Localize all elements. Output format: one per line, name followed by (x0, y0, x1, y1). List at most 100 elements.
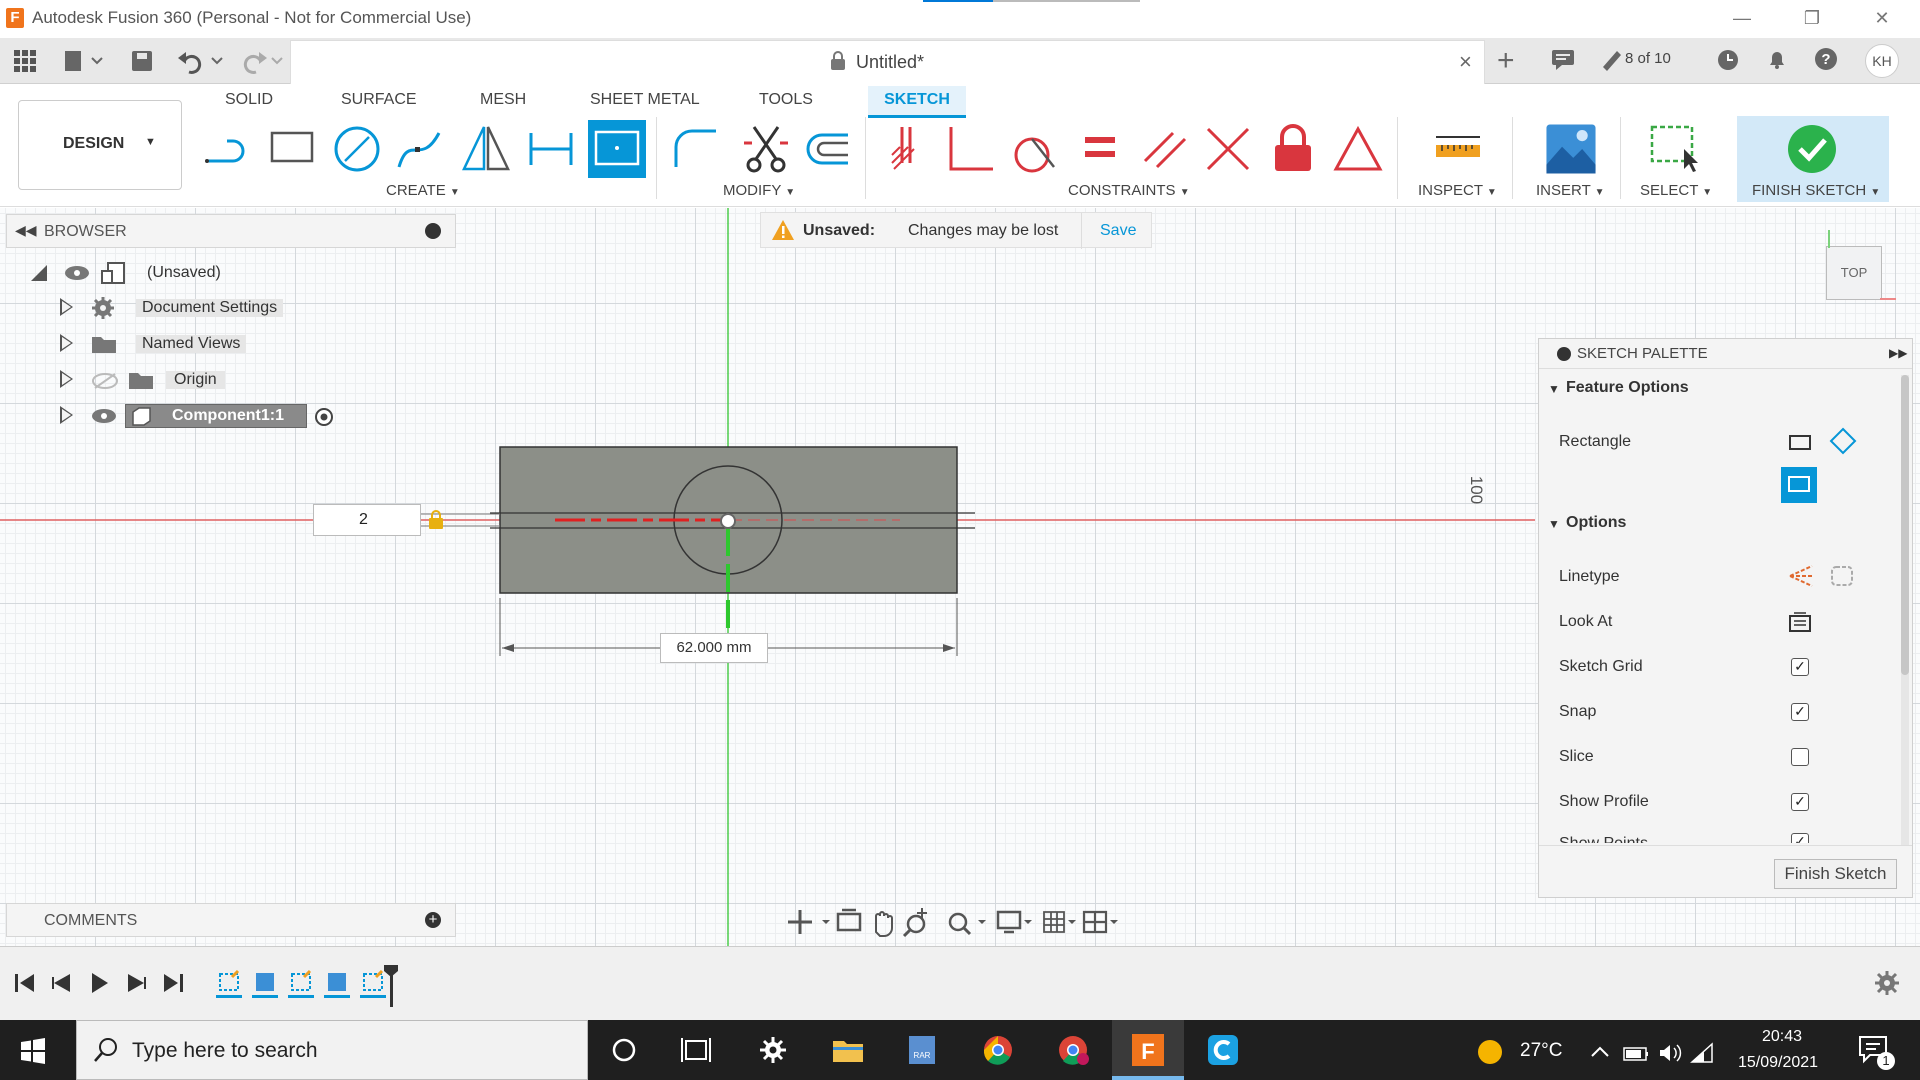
close-window-icon[interactable]: ✕ (1865, 3, 1899, 33)
minimize-panel-icon[interactable] (425, 223, 441, 239)
version-icon[interactable] (1600, 47, 1622, 71)
spline-tool-icon[interactable] (395, 123, 447, 175)
new-tab-icon[interactable]: + (1497, 44, 1515, 78)
go-to-end-icon[interactable] (164, 974, 183, 992)
clock-date[interactable]: 15/09/2021 (1738, 1054, 1818, 1072)
winrar-icon[interactable]: RAR (904, 1034, 940, 1066)
save-link[interactable]: Save (1100, 222, 1136, 240)
palette-scrollbar[interactable] (1901, 375, 1909, 845)
create-menu[interactable]: CREATE ▼ (386, 182, 460, 199)
lock-icon[interactable] (427, 510, 445, 530)
timeline-settings-gear-icon[interactable] (1874, 970, 1900, 996)
inspect-menu[interactable]: INSPECT ▼ (1418, 182, 1497, 199)
scrollbar-thumb[interactable] (1901, 375, 1909, 675)
collapse-section-icon[interactable]: ▼ (1548, 382, 1560, 396)
expand-icon[interactable] (60, 370, 73, 388)
minimize-panel-icon[interactable] (1557, 347, 1571, 361)
wifi-icon[interactable] (1690, 1042, 1713, 1063)
finish-sketch-menu[interactable]: FINISH SKETCH ▼ (1752, 182, 1880, 199)
expand-panel-icon[interactable]: ▶▶ (1889, 346, 1907, 360)
offset-tool-icon[interactable] (800, 123, 852, 175)
trim-tool-icon[interactable] (740, 123, 792, 175)
clock-icon[interactable] (1716, 48, 1740, 72)
orbit-icon[interactable] (788, 910, 830, 934)
eye-hidden-icon[interactable] (92, 372, 118, 390)
insert-menu[interactable]: INSERT ▼ (1536, 182, 1605, 199)
two-point-rectangle-icon[interactable] (1787, 431, 1813, 453)
tray-chevron-icon[interactable] (1591, 1046, 1609, 1057)
equal-constraint-icon[interactable] (1075, 123, 1127, 175)
look-at-icon[interactable] (1787, 609, 1813, 633)
perpendicular-cross-icon[interactable] (1202, 123, 1254, 175)
display-settings-icon[interactable] (996, 910, 1032, 934)
parallel-constraint-icon[interactable] (1139, 123, 1191, 175)
clock-time[interactable]: 20:43 (1762, 1028, 1802, 1046)
file-menu-icon[interactable] (65, 51, 103, 71)
rectangle-tool-icon[interactable] (268, 123, 320, 175)
expand-icon[interactable] (60, 298, 73, 316)
windows-start-icon[interactable] (20, 1038, 46, 1064)
measure-ruler-icon[interactable] (1432, 123, 1484, 175)
timeline-sketch-feature-icon[interactable] (216, 969, 242, 998)
redo-icon[interactable] (243, 52, 283, 74)
line-tool-icon[interactable] (203, 123, 255, 175)
taskbar-search-box[interactable]: Type here to search (76, 1020, 588, 1080)
tab-sheet-metal[interactable]: SHEET METAL (590, 91, 700, 111)
task-view-icon[interactable] (678, 1034, 714, 1066)
insert-image-icon[interactable] (1542, 120, 1600, 178)
version-count[interactable]: 8 of 10 (1625, 50, 1671, 67)
file-explorer-icon[interactable] (830, 1034, 866, 1066)
viewports-icon[interactable] (1082, 910, 1118, 934)
palette-header[interactable]: SKETCH PALETTE ▶▶ (1539, 339, 1912, 369)
dimension-input[interactable]: 2 (313, 504, 421, 536)
modify-menu[interactable]: MODIFY ▼ (723, 182, 795, 199)
eye-icon[interactable] (64, 265, 90, 281)
timeline-extrude-feature-icon[interactable] (324, 973, 350, 998)
circle-tool-icon[interactable] (331, 123, 383, 175)
activate-radio-icon[interactable] (313, 406, 335, 428)
fix-lock-icon[interactable] (1267, 123, 1319, 175)
volume-icon[interactable] (1660, 1044, 1682, 1062)
browser-item-document-settings[interactable]: Document Settings (136, 299, 284, 317)
zoom-window-icon[interactable] (948, 912, 986, 936)
step-forward-icon[interactable] (128, 974, 146, 992)
collapse-panel-icon[interactable]: ◀◀ (15, 222, 37, 239)
comments-panel[interactable]: COMMENTS + (6, 903, 456, 937)
center-rectangle-tool-icon[interactable] (588, 120, 646, 178)
select-window-icon[interactable] (1648, 123, 1700, 175)
restore-icon[interactable]: ❐ (1795, 3, 1829, 33)
minimize-icon[interactable]: — (1725, 3, 1759, 33)
collapse-section-icon[interactable]: ▼ (1548, 517, 1560, 531)
tab-sketch[interactable]: SKETCH (868, 86, 966, 118)
chrome-profile-icon[interactable] (1055, 1034, 1091, 1066)
browser-root-label[interactable]: (Unsaved) (147, 264, 221, 282)
pan-hand-icon[interactable] (875, 911, 893, 937)
help-icon[interactable]: ? (1814, 47, 1838, 71)
battery-icon[interactable] (1623, 1047, 1648, 1061)
browser-panel-header[interactable]: ◀◀ BROWSER (6, 214, 456, 248)
tab-mesh[interactable]: MESH (480, 91, 526, 111)
workspace-switcher[interactable]: DESIGN ▼ (18, 100, 182, 190)
three-point-rectangle-icon[interactable] (1829, 427, 1857, 455)
settings-gear-icon[interactable] (755, 1034, 791, 1066)
notifications-bell-icon[interactable] (1766, 47, 1788, 71)
construction-linetype-icon[interactable] (1787, 563, 1815, 589)
feature-options-heading[interactable]: Feature Options (1566, 379, 1689, 397)
browser-item-named-views[interactable]: Named Views (136, 335, 247, 353)
eye-icon[interactable] (91, 408, 117, 424)
timeline-sketch-feature-icon[interactable] (288, 969, 314, 998)
show-profile-checkbox[interactable]: ✓ (1791, 793, 1809, 811)
play-icon[interactable] (92, 973, 108, 993)
centerline-linetype-icon[interactable] (1829, 563, 1855, 589)
center-rectangle-option-icon[interactable] (1781, 467, 1817, 503)
dimension-tool-icon[interactable] (525, 123, 577, 175)
undo-icon[interactable] (178, 52, 223, 74)
look-at-icon[interactable] (836, 908, 862, 932)
expand-icon[interactable] (60, 406, 73, 424)
zoom-icon[interactable] (902, 908, 927, 938)
go-to-start-icon[interactable] (15, 974, 34, 992)
triangle-constraint-icon[interactable] (1332, 123, 1384, 175)
fillet-tool-icon[interactable] (670, 123, 722, 175)
slice-checkbox[interactable] (1791, 748, 1809, 766)
user-avatar[interactable]: KH (1865, 44, 1899, 78)
